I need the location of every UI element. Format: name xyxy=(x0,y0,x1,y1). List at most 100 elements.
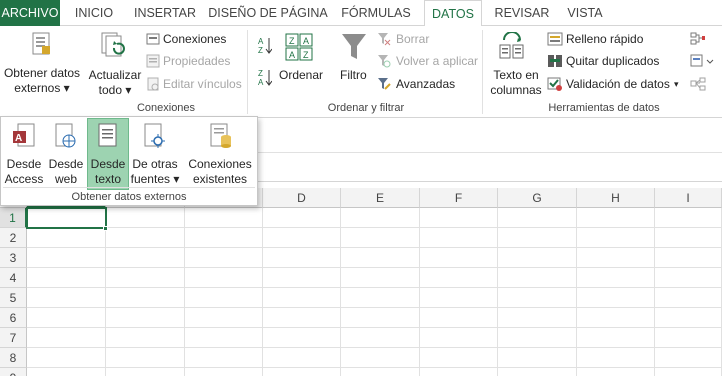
cell-d5[interactable] xyxy=(263,288,341,308)
from-access-button[interactable]: A Desde Access xyxy=(4,119,44,189)
cell-f7[interactable] xyxy=(420,328,498,348)
cell-i9[interactable] xyxy=(655,368,722,376)
cell-c8[interactable] xyxy=(185,348,263,368)
cell-c9[interactable] xyxy=(185,368,263,376)
cell-g5[interactable] xyxy=(498,288,577,308)
cell-g2[interactable] xyxy=(498,228,577,248)
row-header-8[interactable]: 8 xyxy=(0,348,27,368)
cell-c1[interactable] xyxy=(185,208,263,228)
cell-a4[interactable] xyxy=(27,268,106,288)
cell-b3[interactable] xyxy=(106,248,185,268)
cell-c6[interactable] xyxy=(185,308,263,328)
tab-archivo[interactable]: ARCHIVO xyxy=(0,0,60,26)
cell-f1[interactable] xyxy=(420,208,498,228)
cell-h1[interactable] xyxy=(577,208,655,228)
cell-i6[interactable] xyxy=(655,308,722,328)
cell-b6[interactable] xyxy=(106,308,185,328)
cell-d1[interactable] xyxy=(263,208,341,228)
cell-a3[interactable] xyxy=(27,248,106,268)
cell-g1[interactable] xyxy=(498,208,577,228)
row-header-2[interactable]: 2 xyxy=(0,228,27,248)
column-header-d[interactable]: D xyxy=(263,188,341,208)
cell-b4[interactable] xyxy=(106,268,185,288)
cell-b7[interactable] xyxy=(106,328,185,348)
cell-g9[interactable] xyxy=(498,368,577,376)
cell-b5[interactable] xyxy=(106,288,185,308)
cell-e9[interactable] xyxy=(341,368,420,376)
cell-e2[interactable] xyxy=(341,228,420,248)
cell-h4[interactable] xyxy=(577,268,655,288)
cell-g6[interactable] xyxy=(498,308,577,328)
cell-i1[interactable] xyxy=(655,208,722,228)
cell-e1[interactable] xyxy=(341,208,420,228)
active-cell-a1[interactable] xyxy=(26,207,107,229)
cell-d2[interactable] xyxy=(263,228,341,248)
fill-handle[interactable] xyxy=(103,226,108,231)
cell-d7[interactable] xyxy=(263,328,341,348)
column-header-e[interactable]: E xyxy=(341,188,420,208)
cell-c7[interactable] xyxy=(185,328,263,348)
from-text-button[interactable]: Desde texto xyxy=(87,118,129,190)
cell-a6[interactable] xyxy=(27,308,106,328)
cell-e5[interactable] xyxy=(341,288,420,308)
cell-f2[interactable] xyxy=(420,228,498,248)
cell-a8[interactable] xyxy=(27,348,106,368)
cell-f8[interactable] xyxy=(420,348,498,368)
cell-g8[interactable] xyxy=(498,348,577,368)
cell-d4[interactable] xyxy=(263,268,341,288)
cell-b1[interactable] xyxy=(106,208,185,228)
cell-a2[interactable] xyxy=(27,228,106,248)
tab-vista[interactable]: VISTA xyxy=(560,0,610,26)
tab-diseno-de-pagina[interactable]: DISEÑO DE PÁGINA xyxy=(208,0,328,26)
cell-d8[interactable] xyxy=(263,348,341,368)
cell-i2[interactable] xyxy=(655,228,722,248)
row-header-9[interactable]: 9 xyxy=(0,368,27,376)
cell-e7[interactable] xyxy=(341,328,420,348)
cell-h9[interactable] xyxy=(577,368,655,376)
cell-i4[interactable] xyxy=(655,268,722,288)
tab-inicio[interactable]: INICIO xyxy=(66,0,122,26)
cell-f6[interactable] xyxy=(420,308,498,328)
cell-h7[interactable] xyxy=(577,328,655,348)
row-header-3[interactable]: 3 xyxy=(0,248,27,268)
row-header-1[interactable]: 1 xyxy=(0,208,27,228)
cell-d3[interactable] xyxy=(263,248,341,268)
cell-h2[interactable] xyxy=(577,228,655,248)
cell-e6[interactable] xyxy=(341,308,420,328)
column-header-i[interactable]: I xyxy=(655,188,722,208)
tab-insertar[interactable]: INSERTAR xyxy=(128,0,202,26)
cell-c3[interactable] xyxy=(185,248,263,268)
cell-f5[interactable] xyxy=(420,288,498,308)
cell-i8[interactable] xyxy=(655,348,722,368)
cell-f3[interactable] xyxy=(420,248,498,268)
tab-formulas[interactable]: FÓRMULAS xyxy=(334,0,418,26)
cell-b9[interactable] xyxy=(106,368,185,376)
cell-h3[interactable] xyxy=(577,248,655,268)
cell-c4[interactable] xyxy=(185,268,263,288)
cell-e4[interactable] xyxy=(341,268,420,288)
cell-b2[interactable] xyxy=(106,228,185,248)
cell-g3[interactable] xyxy=(498,248,577,268)
cell-c2[interactable] xyxy=(185,228,263,248)
cell-a9[interactable] xyxy=(27,368,106,376)
cell-e3[interactable] xyxy=(341,248,420,268)
cell-h6[interactable] xyxy=(577,308,655,328)
cell-a7[interactable] xyxy=(27,328,106,348)
column-header-h[interactable]: H xyxy=(577,188,655,208)
row-header-6[interactable]: 6 xyxy=(0,308,27,328)
row-header-4[interactable]: 4 xyxy=(0,268,27,288)
cell-i5[interactable] xyxy=(655,288,722,308)
cell-d6[interactable] xyxy=(263,308,341,328)
cell-f4[interactable] xyxy=(420,268,498,288)
existing-connections-button[interactable]: Conexiones existentes xyxy=(187,119,253,189)
cell-g7[interactable] xyxy=(498,328,577,348)
cell-a5[interactable] xyxy=(27,288,106,308)
column-header-g[interactable]: G xyxy=(498,188,577,208)
cell-b8[interactable] xyxy=(106,348,185,368)
cell-f9[interactable] xyxy=(420,368,498,376)
row-header-5[interactable]: 5 xyxy=(0,288,27,308)
from-other-sources-button[interactable]: De otras fuentes ▾ xyxy=(130,119,180,189)
tab-revisar[interactable]: REVISAR xyxy=(490,0,554,26)
cell-d9[interactable] xyxy=(263,368,341,376)
row-header-7[interactable]: 7 xyxy=(0,328,27,348)
